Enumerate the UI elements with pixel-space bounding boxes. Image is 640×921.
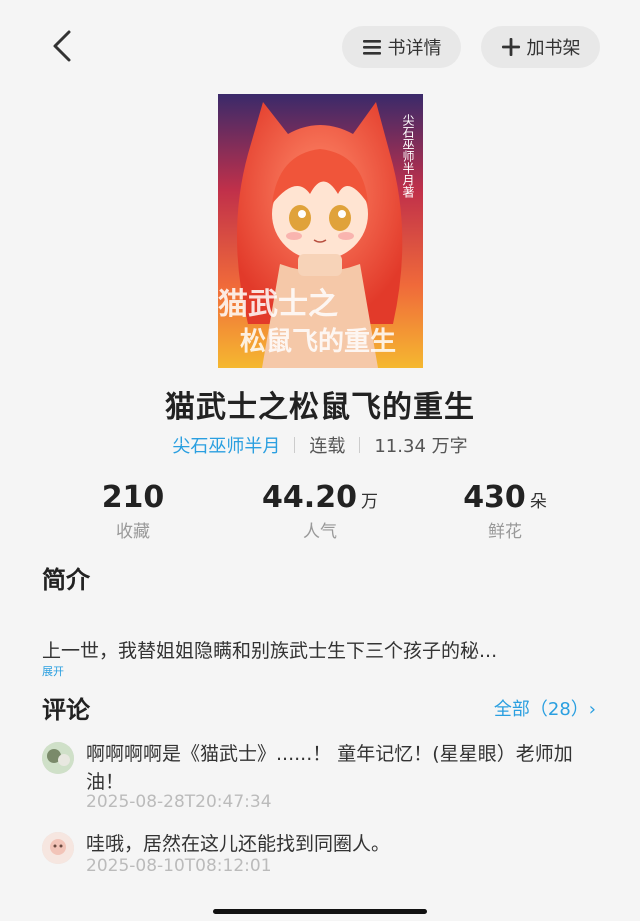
cover-illustration: 猫武士之 松鼠飞的重生 尖石巫师半月著 [218, 94, 423, 368]
cover-title-line2: 松鼠飞的重生 [240, 326, 396, 357]
book-detail-page: 书详情 加书架 猫武士之 松鼠飞的重生 尖石巫师半月著 猫武士之松鼠飞的重生 尖… [0, 0, 640, 921]
avatar-image [42, 832, 74, 864]
stat-favorites: 210 收藏 [83, 480, 183, 542]
serial-status: 连载 [309, 436, 346, 457]
favorites-label: 收藏 [116, 522, 150, 542]
plus-icon [501, 38, 520, 56]
popularity-label: 人气 [303, 522, 337, 542]
comment-text: 啊啊啊啊是《猫武士》......！ 童年记忆！(星星眼）老师加油！ [86, 743, 573, 793]
book-stats: 210 收藏 44.20 万 人气 430 朵 鲜花 [0, 480, 640, 544]
avatar-image [42, 742, 74, 774]
intro-heading: 简介 [42, 566, 90, 594]
favorites-value: 210 [101, 480, 165, 515]
book-title: 猫武士之松鼠飞的重生 [165, 390, 475, 425]
flowers-value: 430 [463, 480, 526, 515]
comment-text: 哇哦，居然在这儿还能找到同圈人。 [86, 833, 391, 855]
cover-title-line1: 猫武士之 [218, 287, 338, 322]
cover-author-vertical: 尖石巫师半月著 [401, 114, 415, 199]
book-meta: 尖石巫师半月 连载 11.34 万字 [0, 432, 640, 458]
word-count: 11.34 万字 [374, 436, 468, 457]
home-indicator[interactable] [213, 909, 427, 914]
flowers-label: 鲜花 [488, 522, 522, 542]
add-to-shelf-label: 加书架 [526, 38, 581, 59]
avatar[interactable] [42, 832, 74, 864]
popularity-value: 44.20 [262, 480, 357, 515]
author-link[interactable]: 尖石巫师半月 [172, 432, 280, 458]
chevron-left-icon [53, 30, 71, 62]
flowers-unit: 朵 [529, 492, 547, 512]
add-to-shelf-button[interactable]: 加书架 [481, 26, 600, 68]
divider [294, 437, 296, 453]
menu-icon [362, 40, 381, 55]
stat-popularity: 44.20 万 人气 [250, 480, 390, 542]
book-cover[interactable]: 猫武士之 松鼠飞的重生 尖石巫师半月著 [218, 94, 423, 368]
stat-flowers: 430 朵 鲜花 [445, 480, 565, 542]
book-detail-button[interactable]: 书详情 [342, 26, 461, 68]
comment-time: 2025-08-28T20:47:34 [86, 792, 272, 812]
back-button[interactable] [44, 26, 80, 66]
popularity-unit: 万 [360, 492, 378, 512]
intro-text: 上一世，我替姐姐隐瞒和别族武士生下三个孩子的秘... [42, 640, 498, 662]
comments-heading: 评论 [42, 696, 90, 724]
comment-time: 2025-08-10T08:12:01 [86, 856, 272, 876]
all-comments-link[interactable]: 全部（28）› [494, 695, 596, 721]
book-detail-label: 书详情 [387, 38, 442, 59]
avatar[interactable] [42, 742, 74, 774]
divider [359, 437, 361, 453]
expand-intro-button[interactable]: 展开 [42, 663, 64, 679]
